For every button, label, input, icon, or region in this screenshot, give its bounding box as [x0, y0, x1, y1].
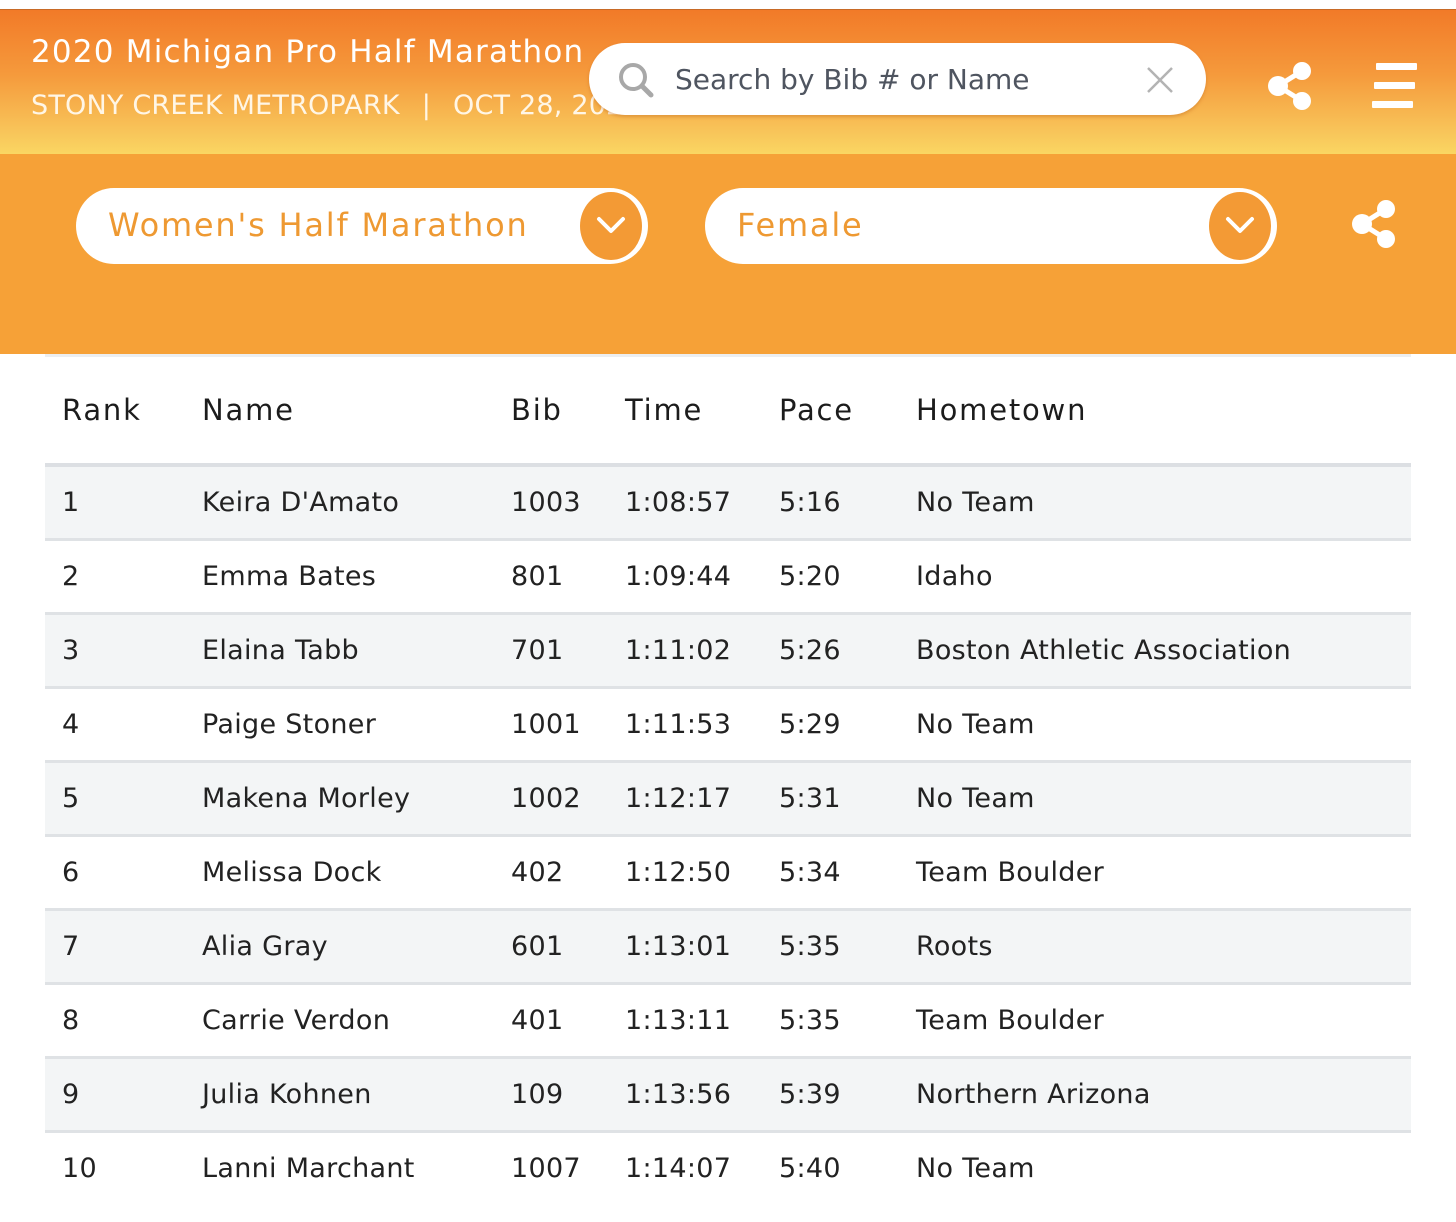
cell-rank: 10 — [45, 1131, 202, 1205]
cell-time: 1:14:07 — [625, 1131, 779, 1205]
cell-pace: 5:20 — [779, 539, 916, 615]
cell-time: 1:11:02 — [625, 613, 779, 689]
table-row[interactable]: 8 Carrie Verdon 401 1:13:11 5:35 Team Bo… — [45, 983, 1411, 1059]
table-header-row: Rank Name Bib Time Pace Hometown — [45, 357, 1411, 467]
gender-select[interactable]: Female — [705, 188, 1277, 264]
cell-rank: 3 — [45, 613, 202, 689]
cell-name: Lanni Marchant — [202, 1131, 511, 1205]
table-row[interactable]: 4 Paige Stoner 1001 1:11:53 5:29 No Team — [45, 687, 1411, 763]
search-input[interactable] — [675, 55, 1125, 103]
column-header-hometown[interactable]: Hometown — [916, 357, 1411, 467]
share-icon[interactable] — [1266, 60, 1314, 112]
subtitle-separator: | — [421, 90, 432, 121]
event-select[interactable]: Women's Half Marathon — [76, 188, 648, 264]
close-icon[interactable] — [1145, 65, 1175, 95]
cell-time: 1:12:17 — [625, 761, 779, 837]
cell-bib: 402 — [511, 835, 625, 911]
top-strip — [0, 0, 1456, 9]
cell-rank: 7 — [45, 909, 202, 985]
cell-bib: 1007 — [511, 1131, 625, 1205]
gender-select-value: Female — [737, 206, 864, 244]
cell-hometown: Idaho — [916, 539, 1411, 615]
cell-name: Paige Stoner — [202, 687, 511, 763]
column-header-name[interactable]: Name — [202, 357, 511, 467]
column-header-bib[interactable]: Bib — [511, 357, 625, 467]
cell-hometown: Boston Athletic Association — [916, 613, 1411, 689]
cell-hometown: Northern Arizona — [916, 1057, 1411, 1133]
results-table: Rank Name Bib Time Pace Hometown 1 Keira… — [45, 357, 1411, 1205]
cell-bib: 701 — [511, 613, 625, 689]
cell-rank: 5 — [45, 761, 202, 837]
cell-pace: 5:26 — [779, 613, 916, 689]
table-row[interactable]: 9 Julia Kohnen 109 1:13:56 5:39 Northern… — [45, 1057, 1411, 1133]
event-header: 2020 Michigan Pro Half Marathon STONY CR… — [0, 9, 1456, 154]
cell-pace: 5:34 — [779, 835, 916, 911]
cell-hometown: Team Boulder — [916, 983, 1411, 1059]
cell-time: 1:09:44 — [625, 539, 779, 615]
cell-time: 1:08:57 — [625, 465, 779, 541]
cell-pace: 5:35 — [779, 983, 916, 1059]
table-row[interactable]: 6 Melissa Dock 402 1:12:50 5:34 Team Bou… — [45, 835, 1411, 911]
cell-name: Alia Gray — [202, 909, 511, 985]
cell-hometown: Team Boulder — [916, 835, 1411, 911]
table-row[interactable]: 2 Emma Bates 801 1:09:44 5:20 Idaho — [45, 539, 1411, 615]
cell-bib: 1001 — [511, 687, 625, 763]
cell-pace: 5:31 — [779, 761, 916, 837]
results-table-container: Rank Name Bib Time Pace Hometown 1 Keira… — [45, 354, 1411, 1205]
cell-pace: 5:39 — [779, 1057, 916, 1133]
column-header-time[interactable]: Time — [625, 357, 779, 467]
cell-rank: 9 — [45, 1057, 202, 1133]
cell-hometown: No Team — [916, 1131, 1411, 1205]
cell-bib: 601 — [511, 909, 625, 985]
cell-name: Makena Morley — [202, 761, 511, 837]
event-subtitle: STONY CREEK METROPARK | OCT 28, 2020 — [31, 90, 641, 121]
cell-name: Carrie Verdon — [202, 983, 511, 1059]
cell-name: Melissa Dock — [202, 835, 511, 911]
cell-name: Emma Bates — [202, 539, 511, 615]
hamburger-menu-icon[interactable] — [1372, 63, 1418, 111]
filter-bar: Women's Half Marathon Female — [0, 154, 1456, 354]
table-row[interactable]: 3 Elaina Tabb 701 1:11:02 5:26 Boston At… — [45, 613, 1411, 689]
cell-pace: 5:16 — [779, 465, 916, 541]
cell-rank: 2 — [45, 539, 202, 615]
cell-time: 1:13:01 — [625, 909, 779, 985]
cell-time: 1:13:11 — [625, 983, 779, 1059]
cell-rank: 4 — [45, 687, 202, 763]
chevron-down-icon[interactable] — [1209, 192, 1271, 260]
table-row[interactable]: 10 Lanni Marchant 1007 1:14:07 5:40 No T… — [45, 1131, 1411, 1205]
cell-rank: 1 — [45, 465, 202, 541]
cell-bib: 1003 — [511, 465, 625, 541]
share-icon[interactable] — [1350, 198, 1398, 250]
cell-rank: 6 — [45, 835, 202, 911]
search-box[interactable] — [589, 43, 1206, 115]
cell-name: Elaina Tabb — [202, 613, 511, 689]
cell-bib: 401 — [511, 983, 625, 1059]
cell-pace: 5:40 — [779, 1131, 916, 1205]
cell-name: Keira D'Amato — [202, 465, 511, 541]
chevron-down-icon[interactable] — [580, 192, 642, 260]
table-row[interactable]: 5 Makena Morley 1002 1:12:17 5:31 No Tea… — [45, 761, 1411, 837]
cell-name: Julia Kohnen — [202, 1057, 511, 1133]
cell-time: 1:12:50 — [625, 835, 779, 911]
cell-hometown: No Team — [916, 761, 1411, 837]
event-title: 2020 Michigan Pro Half Marathon — [31, 34, 585, 70]
table-row[interactable]: 7 Alia Gray 601 1:13:01 5:35 Roots — [45, 909, 1411, 985]
cell-bib: 1002 — [511, 761, 625, 837]
cell-time: 1:11:53 — [625, 687, 779, 763]
cell-hometown: No Team — [916, 465, 1411, 541]
cell-rank: 8 — [45, 983, 202, 1059]
cell-pace: 5:35 — [779, 909, 916, 985]
column-header-pace[interactable]: Pace — [779, 357, 916, 467]
column-header-rank[interactable]: Rank — [45, 357, 202, 467]
event-venue: STONY CREEK METROPARK — [31, 90, 400, 121]
event-select-value: Women's Half Marathon — [108, 206, 529, 244]
cell-hometown: Roots — [916, 909, 1411, 985]
cell-time: 1:13:56 — [625, 1057, 779, 1133]
cell-hometown: No Team — [916, 687, 1411, 763]
cell-bib: 801 — [511, 539, 625, 615]
search-icon — [617, 61, 655, 99]
cell-pace: 5:29 — [779, 687, 916, 763]
table-row[interactable]: 1 Keira D'Amato 1003 1:08:57 5:16 No Tea… — [45, 465, 1411, 541]
cell-bib: 109 — [511, 1057, 625, 1133]
